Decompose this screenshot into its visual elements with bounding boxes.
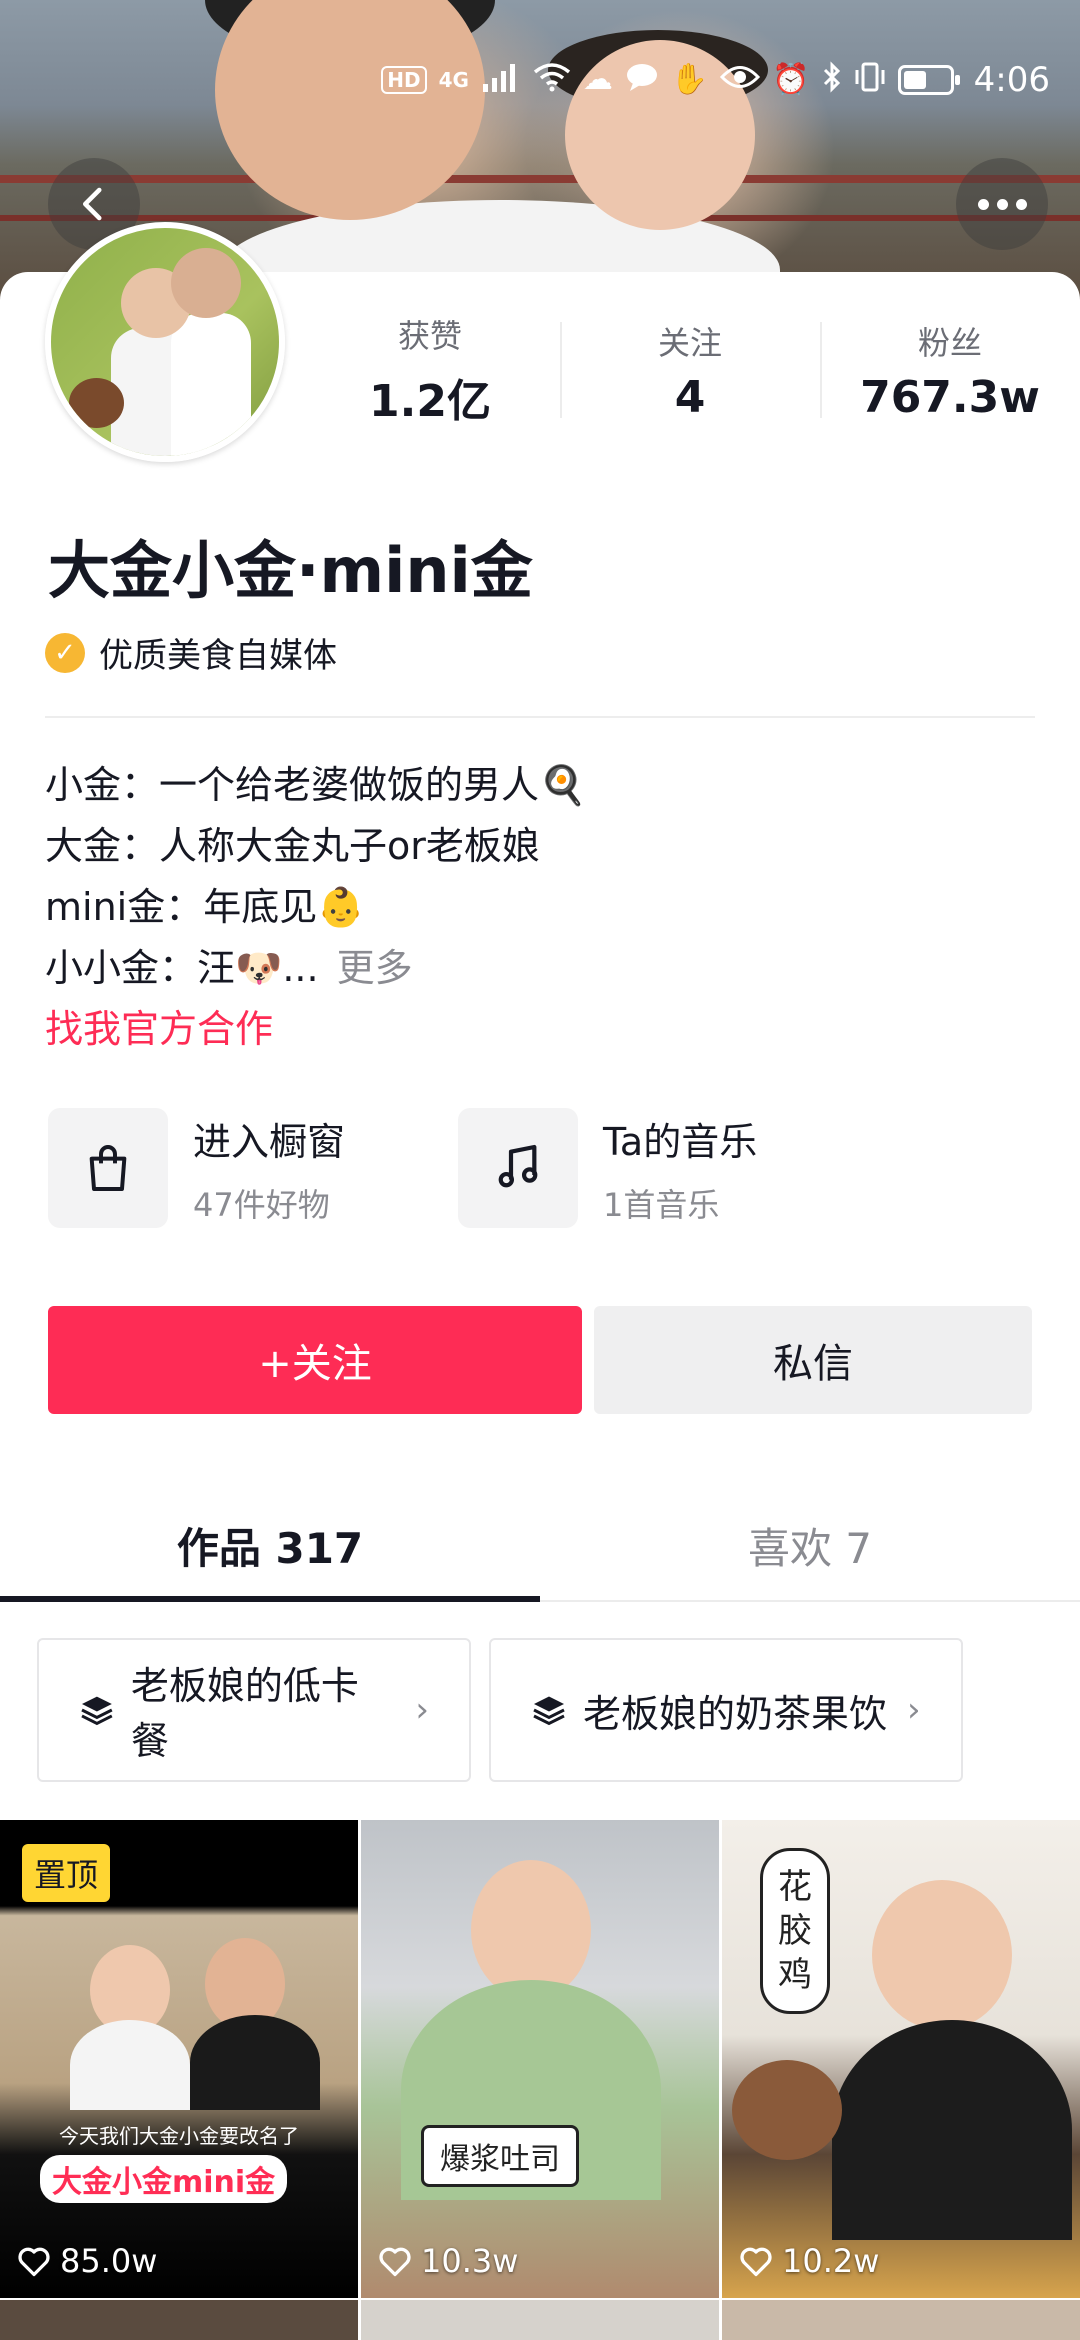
bluetooth-icon xyxy=(822,61,842,99)
bio-more-link[interactable]: 更多 xyxy=(337,946,413,990)
video-caption-title: 大金小金mini金 xyxy=(40,2155,288,2203)
likes-count: 10.2w xyxy=(782,2242,880,2280)
cover-person-face xyxy=(215,0,485,220)
more-options-button[interactable] xyxy=(956,158,1048,250)
video-caption-title: 爆浆吐司 xyxy=(421,2125,579,2187)
collection-label: 老板娘的奶茶果饮 xyxy=(583,1691,888,1736)
collections-row: 老板娘的低卡餐 › 老板娘的奶茶果饮 › xyxy=(37,1638,963,1782)
avatar[interactable] xyxy=(45,222,285,462)
chevron-right-icon: › xyxy=(907,1690,921,1730)
stat-value: 4 xyxy=(674,371,706,423)
layers-icon xyxy=(533,1696,565,1726)
wifi-icon xyxy=(533,62,571,98)
chat-bubble-icon xyxy=(625,62,659,98)
video-grid: 置顶 今天我们大金小金要改名了 大金小金mini金 85.0w 爆浆吐司 10.… xyxy=(0,1820,1080,2298)
cover-railing xyxy=(0,175,1080,183)
heart-icon xyxy=(18,2247,50,2277)
tab-likes[interactable]: 喜欢 7 xyxy=(540,1490,1080,1600)
status-bar: HD 4G ☁ ✋ ⏰ 4:06 xyxy=(381,52,1050,108)
bio-line: 小小金：汪🐶... 更多 xyxy=(45,938,586,999)
content-tabs: 作品 317 喜欢 7 xyxy=(0,1490,1080,1602)
stat-followers[interactable]: 粉丝 767.3w xyxy=(820,310,1080,430)
verification-label: 优质美食自媒体 xyxy=(99,636,337,676)
shortcut-title: Ta的音乐 xyxy=(603,1119,758,1164)
shortcut-music[interactable]: Ta的音乐 1首音乐 xyxy=(458,1108,868,1228)
stat-label: 获赞 xyxy=(397,317,462,355)
bio-line: 小金：一个给老婆做饭的男人🍳 xyxy=(45,763,587,807)
cloud-icon: ☁ xyxy=(582,62,613,97)
verification-badge: ✓ 优质美食自媒体 xyxy=(45,628,337,677)
alarm-icon: ⏰ xyxy=(772,62,810,97)
shopping-bag-icon xyxy=(48,1108,168,1228)
video-likes: 85.0w xyxy=(16,2242,157,2280)
chevron-right-icon: › xyxy=(415,1690,429,1730)
divider xyxy=(45,716,1035,718)
stat-value: 1.2亿 xyxy=(369,376,491,427)
video-thumbnail[interactable] xyxy=(361,2300,719,2340)
likes-count: 85.0w xyxy=(60,2242,158,2280)
verified-check-icon: ✓ xyxy=(45,632,85,673)
hand-icon: ✋ xyxy=(670,62,709,97)
shortcut-subtitle: 47件好物 xyxy=(193,1185,330,1224)
shortcut-subtitle: 1首音乐 xyxy=(603,1185,720,1224)
shortcut-showcase[interactable]: 进入橱窗 47件好物 xyxy=(48,1108,458,1228)
pinned-badge: 置顶 xyxy=(22,1844,111,1902)
heart-icon xyxy=(379,2247,411,2277)
layers-icon xyxy=(81,1696,113,1726)
video-caption-title: 花胶鸡 xyxy=(760,1848,830,2014)
bio-line: 大金：人称大金丸子or老板娘 xyxy=(45,824,540,868)
chevron-left-icon xyxy=(82,187,102,221)
stat-likes[interactable]: 获赞 1.2亿 xyxy=(300,310,560,430)
business-contact-link[interactable]: 找我官方合作 xyxy=(45,999,586,1060)
stat-label: 粉丝 xyxy=(917,323,982,362)
network-type: 4G xyxy=(438,68,469,92)
stat-following[interactable]: 关注 4 xyxy=(560,310,820,430)
battery-icon xyxy=(897,65,960,95)
video-thumbnail[interactable]: 爆浆吐司 10.3w xyxy=(361,1820,719,2298)
profile-shortcuts: 进入橱窗 47件好物 Ta的音乐 1首音乐 xyxy=(48,1108,868,1228)
stat-label: 关注 xyxy=(657,323,722,362)
video-thumbnail[interactable]: 花胶鸡 10.2w xyxy=(722,1820,1080,2298)
eye-icon xyxy=(720,64,761,96)
profile-stats: 获赞 1.2亿 关注 4 粉丝 767.3w xyxy=(300,310,1080,430)
video-thumbnail[interactable] xyxy=(0,2300,358,2340)
shortcut-title: 进入橱窗 xyxy=(193,1119,346,1164)
profile-bio: 小金：一个给老婆做饭的男人🍳 大金：人称大金丸子or老板娘 mini金：年底见👶… xyxy=(45,755,586,1060)
collection-label: 老板娘的低卡餐 xyxy=(130,1664,359,1763)
message-button[interactable]: 私信 xyxy=(594,1306,1032,1414)
collection-chip[interactable]: 老板娘的低卡餐 › xyxy=(37,1638,471,1782)
video-thumbnail[interactable]: 置顶 今天我们大金小金要改名了 大金小金mini金 85.0w xyxy=(0,1820,358,2298)
tab-works[interactable]: 作品 317 xyxy=(0,1490,540,1602)
hd-badge: HD xyxy=(381,66,427,94)
bio-line: mini金：年底见👶 xyxy=(45,885,365,929)
video-likes: 10.3w xyxy=(377,2242,518,2280)
music-note-icon xyxy=(458,1108,578,1228)
vibrate-icon xyxy=(854,62,886,98)
stat-value: 767.3w xyxy=(860,371,1040,423)
video-caption: 今天我们大金小金要改名了 xyxy=(59,2124,299,2148)
profile-name: 大金小金·mini金 xyxy=(48,534,533,607)
video-grid-next-row xyxy=(0,2300,1080,2340)
follow-button[interactable]: +关注 xyxy=(48,1306,582,1414)
signal-icon xyxy=(481,62,521,98)
likes-count: 10.3w xyxy=(421,2242,519,2280)
more-dots-icon xyxy=(977,198,1027,210)
bio-line-text: 小小金：汪🐶... xyxy=(45,946,319,990)
heart-icon xyxy=(740,2247,772,2277)
clock: 4:06 xyxy=(973,60,1050,100)
video-thumbnail[interactable] xyxy=(722,2300,1080,2340)
collection-chip[interactable]: 老板娘的奶茶果饮 › xyxy=(489,1638,963,1782)
video-likes: 10.2w xyxy=(738,2242,879,2280)
